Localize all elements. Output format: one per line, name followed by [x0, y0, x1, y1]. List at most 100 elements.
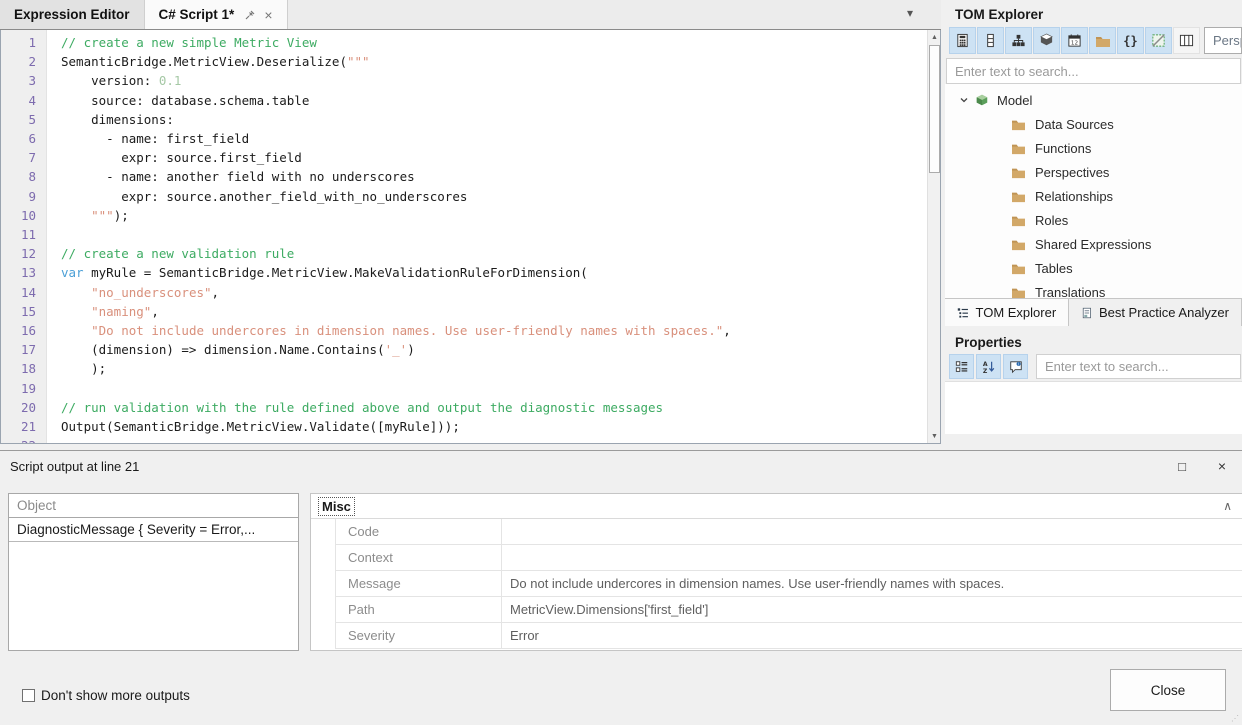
code-line[interactable]: [61, 379, 927, 398]
property-rows: CodeContextMessageDo not include underco…: [335, 519, 1242, 649]
tom-search-box: [946, 58, 1241, 84]
code-line[interactable]: [61, 436, 927, 443]
toggle-hierarchies-button[interactable]: [1005, 27, 1032, 54]
tree-item-model[interactable]: Model: [945, 88, 1242, 112]
line-number-gutter: 12345678910111213141516171819202122: [1, 30, 47, 443]
code-line[interactable]: (dimension) => dimension.Name.Contains('…: [61, 340, 927, 359]
code-line[interactable]: dimensions:: [61, 110, 927, 129]
object-list-item[interactable]: DiagnosticMessage { Severity = Error,...: [9, 518, 298, 542]
code-line[interactable]: );: [61, 359, 927, 378]
property-row-severity[interactable]: SeverityError: [336, 623, 1242, 649]
pin-icon[interactable]: [244, 9, 256, 21]
folder-icon: [1009, 214, 1027, 227]
editor-vertical-scrollbar[interactable]: ▲ ▼: [927, 30, 940, 443]
toggle-kpis-button[interactable]: [1033, 27, 1060, 54]
tree-item-data-sources[interactable]: Data Sources: [945, 112, 1242, 136]
property-row-message[interactable]: MessageDo not include undercores in dime…: [336, 571, 1242, 597]
dock-tab-label: TOM Explorer: [976, 305, 1057, 320]
toggle-calendars-button[interactable]: 12: [1061, 27, 1088, 54]
line-number: 10: [1, 206, 46, 225]
code-line[interactable]: "naming",: [61, 302, 927, 321]
tree-item-tables[interactable]: Tables: [945, 256, 1242, 280]
checkbox[interactable]: [22, 689, 35, 702]
sort-alphabetical-button[interactable]: AZ: [976, 354, 1001, 379]
object-list-header: Object: [9, 494, 298, 518]
tree-item-translations[interactable]: Translations: [945, 280, 1242, 298]
properties-search-input[interactable]: [1037, 355, 1240, 378]
tree-item-relationships[interactable]: Relationships: [945, 184, 1242, 208]
code-line[interactable]: expr: source.another_field_with_no_under…: [61, 187, 927, 206]
property-row-context[interactable]: Context: [336, 545, 1242, 571]
tree-item-label: Functions: [1035, 141, 1091, 156]
line-number: 3: [1, 71, 46, 90]
collapse-icon[interactable]: ∧: [1223, 499, 1232, 513]
group-label: Misc: [319, 498, 354, 515]
resize-grip[interactable]: ⋰: [1231, 714, 1239, 722]
code-line[interactable]: "no_underscores",: [61, 283, 927, 302]
code-line[interactable]: "Do not include undercores in dimension …: [61, 321, 927, 340]
property-value[interactable]: Error: [502, 623, 1242, 648]
property-value[interactable]: [502, 545, 1242, 570]
toggle-hidden-objects-button[interactable]: [1145, 27, 1172, 54]
calendar-icon: 12: [1067, 33, 1082, 48]
tree-item-functions[interactable]: Functions: [945, 136, 1242, 160]
close-window-icon[interactable]: ×: [1202, 452, 1242, 480]
code-line[interactable]: var myRule = SemanticBridge.MetricView.M…: [61, 263, 927, 282]
tree-item-perspectives[interactable]: Perspectives: [945, 160, 1242, 184]
toggle-display-folders-button[interactable]: [1089, 27, 1116, 54]
code-line[interactable]: source: database.schema.table: [61, 91, 927, 110]
line-number: 4: [1, 91, 46, 110]
tom-search-input[interactable]: [947, 59, 1240, 83]
code-text[interactable]: // create a new simple Metric ViewSemant…: [47, 30, 927, 443]
scroll-up-icon[interactable]: ▲: [928, 30, 941, 44]
property-row-path[interactable]: PathMetricView.Dimensions['first_field']: [336, 597, 1242, 623]
code-line[interactable]: - name: another field with no underscore…: [61, 167, 927, 186]
tab-list-dropdown-icon[interactable]: ▾: [907, 6, 913, 20]
toggle-columns-button[interactable]: [977, 27, 1004, 54]
code-line[interactable]: [61, 225, 927, 244]
toggle-measures-button[interactable]: [949, 27, 976, 54]
perspective-select[interactable]: Perspe.: [1204, 27, 1242, 54]
scroll-down-icon[interactable]: ▼: [928, 429, 941, 443]
property-info-button[interactable]: i: [1003, 354, 1028, 379]
tab-csharp-script[interactable]: C# Script 1* ×: [145, 0, 288, 29]
close-tab-icon[interactable]: ×: [264, 7, 272, 23]
dont-show-checkbox-row[interactable]: Don't show more outputs: [22, 688, 190, 703]
property-row-code[interactable]: Code: [336, 519, 1242, 545]
dock-tab-best-practice-analyzer[interactable]: Best Practice Analyzer: [1069, 299, 1242, 326]
code-line[interactable]: SemanticBridge.MetricView.Deserialize(""…: [61, 52, 927, 71]
tree-item-label: Model: [997, 93, 1032, 108]
code-line[interactable]: """);: [61, 206, 927, 225]
property-value[interactable]: MetricView.Dimensions['first_field']: [502, 597, 1242, 622]
object-list[interactable]: Object DiagnosticMessage { Severity = Er…: [8, 493, 299, 651]
code-line[interactable]: expr: source.first_field: [61, 148, 927, 167]
dialog-titlebar[interactable]: Script output at line 21 □ ×: [0, 451, 1242, 481]
toggle-column-view-button[interactable]: [1173, 27, 1200, 54]
properties-toolbar: AZ i: [945, 354, 1242, 379]
code-line[interactable]: // create a new simple Metric View: [61, 33, 927, 52]
code-line[interactable]: - name: first_field: [61, 129, 927, 148]
code-editor[interactable]: 12345678910111213141516171819202122 // c…: [0, 30, 941, 444]
property-group-header[interactable]: Misc ∧: [311, 494, 1242, 519]
measure-table-icon: [983, 33, 998, 48]
dock-tab-tom-explorer[interactable]: TOM Explorer: [945, 299, 1069, 326]
scrollbar-thumb[interactable]: [929, 45, 940, 173]
tree-item-shared-expressions[interactable]: Shared Expressions: [945, 232, 1242, 256]
property-value[interactable]: [502, 519, 1242, 544]
code-line[interactable]: version: 0.1: [61, 71, 927, 90]
code-line[interactable]: // create a new validation rule: [61, 244, 927, 263]
tab-expression-editor[interactable]: Expression Editor: [0, 0, 145, 29]
close-button[interactable]: Close: [1110, 669, 1226, 711]
line-number: 8: [1, 167, 46, 186]
categorize-button[interactable]: [949, 354, 974, 379]
code-line[interactable]: // run validation with the rule defined …: [61, 398, 927, 417]
chevron-down-icon[interactable]: [955, 95, 973, 105]
toggle-json-button[interactable]: {}: [1117, 27, 1144, 54]
checkbox-label: Don't show more outputs: [41, 688, 190, 703]
folder-icon: [1095, 34, 1111, 48]
tree-item-roles[interactable]: Roles: [945, 208, 1242, 232]
property-value[interactable]: Do not include undercores in dimension n…: [502, 571, 1242, 596]
tree-item-label: Tables: [1035, 261, 1073, 276]
code-line[interactable]: Output(SemanticBridge.MetricView.Validat…: [61, 417, 927, 436]
maximize-icon[interactable]: □: [1162, 452, 1202, 480]
